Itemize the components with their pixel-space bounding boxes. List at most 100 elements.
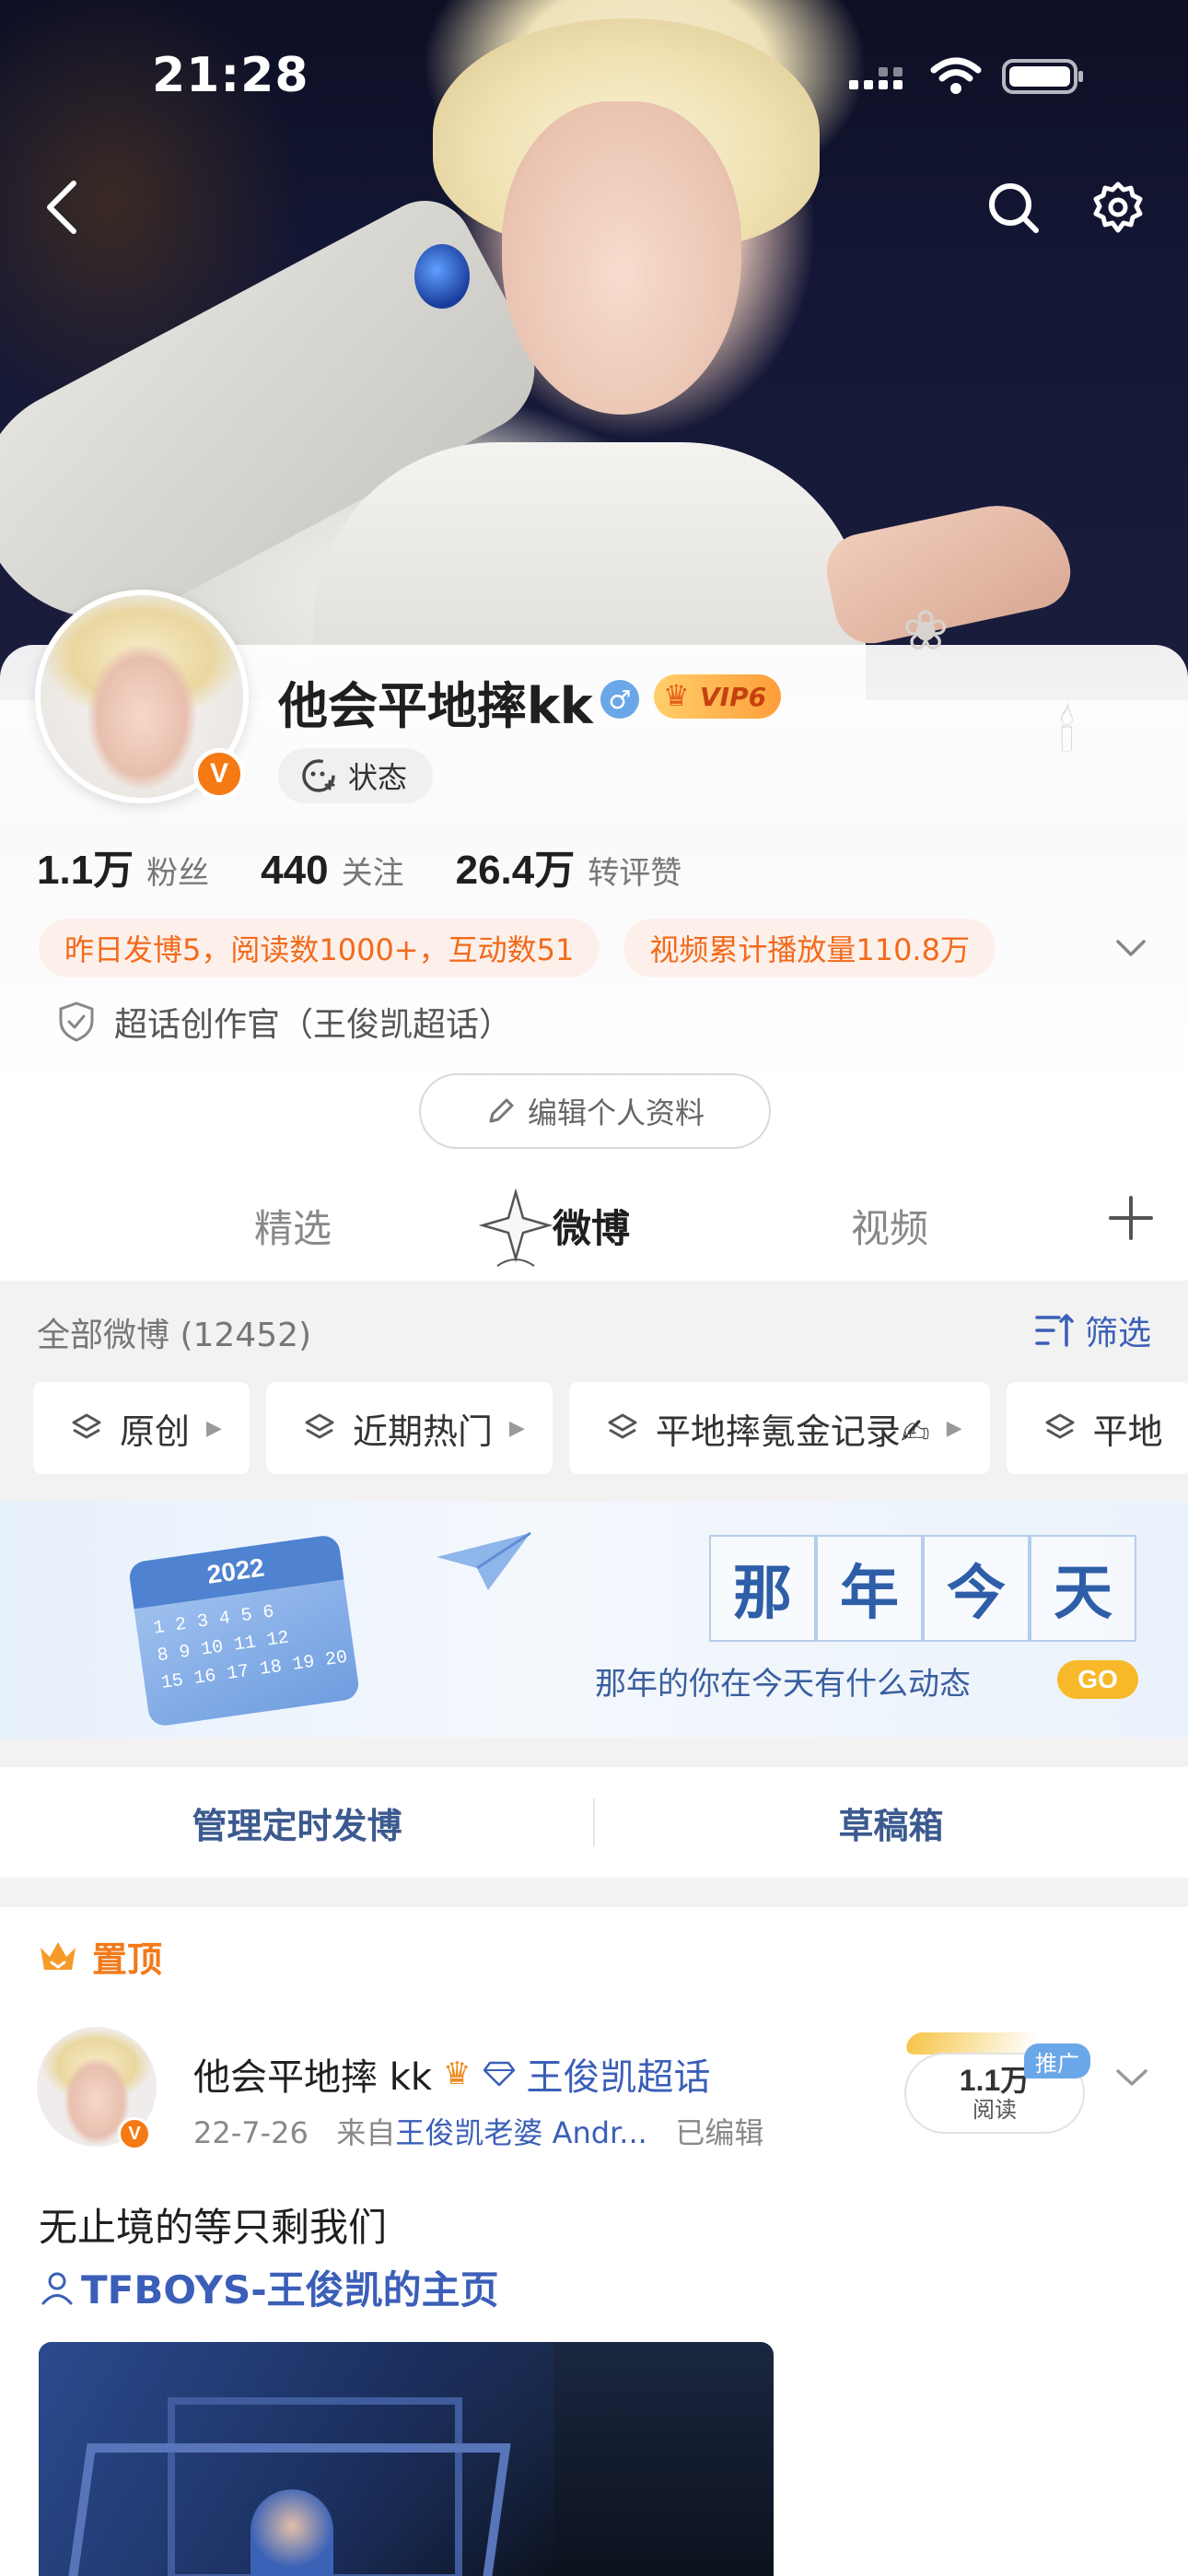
filter-button[interactable]: 筛选	[1035, 1306, 1151, 1354]
plus-icon	[1109, 1196, 1153, 1240]
expand-summary-button[interactable]	[1112, 929, 1149, 966]
tab-featured[interactable]: 精选	[254, 1198, 332, 1254]
on-this-day-title: 那 年 今 天	[709, 1535, 1136, 1642]
super-topic-role[interactable]: 超话创作官（王俊凯超话）	[57, 998, 512, 1046]
search-icon	[989, 183, 1039, 233]
chevron-down-icon	[1116, 940, 1146, 956]
chip-label: 近期热门	[352, 1411, 493, 1452]
go-button[interactable]: GO	[1057, 1660, 1138, 1699]
filter-label: 筛选	[1084, 1315, 1151, 1352]
super-topic-role-text: 超话创作官（王俊凯超话）	[114, 1006, 513, 1044]
title-char: 天	[1030, 1535, 1136, 1642]
post-text: 无止境的等只剩我们	[39, 2205, 388, 2250]
stat-value: 440	[261, 848, 329, 893]
post-edited-flag: 已编辑	[675, 2115, 764, 2150]
status-chip-label: 状态	[348, 760, 408, 795]
verified-badge: V	[193, 748, 245, 800]
chip-original[interactable]: 原创 ▶	[33, 1382, 250, 1474]
post-super-topic[interactable]: 王俊凯超话	[527, 2047, 711, 2101]
video-plays-pill[interactable]: 视频累计播放量110.8万	[623, 919, 996, 978]
pinned-label: 置顶	[37, 1931, 162, 1982]
crown-icon	[41, 1941, 76, 1970]
scheduled-posts-button[interactable]: 管理定时发博	[0, 1767, 594, 1878]
layers-icon	[608, 1413, 637, 1439]
chip-label: 平地	[1092, 1411, 1163, 1452]
post-date: 22-7-26	[193, 2115, 309, 2150]
back-button[interactable]	[26, 170, 99, 244]
settings-button[interactable]	[1085, 175, 1151, 241]
weibo-filter-section: 全部微博 (12452) 筛选 原创 ▶ 近期热门 ▶ 平地摔氪金记录✍ ▶ 平…	[0, 1281, 1188, 1502]
chevron-down-icon	[1116, 2069, 1147, 2086]
cellular-signal-icon	[849, 67, 903, 89]
fan-crown-badge-icon: ♛	[443, 2055, 472, 2092]
followers-stat[interactable]: 1.1万 粉丝	[37, 837, 209, 896]
search-button[interactable]	[981, 175, 1047, 241]
data-summary-pills: 昨日发博5，阅读数1000+，互动数51 视频累计播放量110.8万	[39, 919, 996, 978]
stat-value: 1.1万	[37, 848, 134, 893]
vip-badge[interactable]: ♛ VIP6	[654, 674, 782, 719]
post-source[interactable]: 王俊凯老婆 Andr...	[395, 2115, 646, 2150]
status-bar: 21:28	[0, 0, 1188, 157]
post-menu-button[interactable]	[1111, 2056, 1153, 2099]
gender-male-icon: ♂	[600, 680, 639, 719]
manage-divider	[593, 1798, 595, 1846]
user-icon	[41, 2272, 73, 2304]
profile-stats: 1.1万 粉丝 440 关注 26.4万 转评赞	[37, 837, 733, 896]
stat-label: 转评赞	[588, 855, 682, 892]
post-activity-pill[interactable]: 昨日发博5，阅读数1000+，互动数51	[39, 919, 600, 978]
lily-decoration: ❀	[903, 599, 949, 663]
tab-video[interactable]: 视频	[851, 1198, 928, 1254]
post-author-name[interactable]: 他会平地摔 kk	[193, 2047, 432, 2101]
read-count-value: 1.1万	[959, 2064, 1031, 2097]
post-header: 他会平地摔 kk ♛ 王俊凯超话	[193, 2047, 711, 2101]
calendar-illustration: 2022 1 2 3 4 5 6 8 9 10 11 12 15 16 17 1…	[127, 1533, 361, 1728]
post-meta: 22-7-26 来自王俊凯老婆 Andr... 已编辑	[193, 2110, 763, 2152]
paper-plane-icon	[437, 1531, 531, 1590]
crown-icon: ♛	[663, 678, 690, 713]
profile-tabs: 精选 微博 视频	[0, 1179, 1188, 1279]
diamond-icon	[483, 2061, 515, 2087]
status-chip[interactable]: 状态	[278, 748, 434, 803]
stat-value: 26.4万	[455, 848, 576, 893]
chip-spending-record[interactable]: 平地摔氪金记录✍ ▶	[568, 1382, 990, 1474]
title-char: 今	[923, 1535, 1030, 1642]
promote-tag[interactable]: 推广	[1024, 2043, 1090, 2078]
title-char: 那	[709, 1535, 816, 1642]
post-image[interactable]	[39, 2342, 774, 2576]
pencil-icon	[489, 1098, 514, 1123]
banner-subtitle: 那年的你在今天有什么动态	[595, 1666, 971, 1703]
chip-recent-hot[interactable]: 近期热门 ▶	[265, 1382, 553, 1474]
add-tab-button[interactable]	[1103, 1190, 1159, 1246]
likes-stat[interactable]: 26.4万 转评赞	[456, 837, 682, 896]
caret-right-icon: ▶	[946, 1416, 962, 1440]
wifi-icon	[930, 57, 982, 94]
profile-avatar[interactable]: V	[35, 590, 256, 811]
filter-sort-icon	[1035, 1314, 1074, 1347]
gear-icon	[1093, 181, 1143, 233]
caret-right-icon: ▶	[206, 1416, 222, 1440]
section-divider	[0, 1878, 1188, 1907]
following-stat[interactable]: 440 关注	[261, 848, 403, 894]
battery-icon	[1002, 59, 1083, 94]
status-add-icon	[302, 759, 335, 792]
tab-weibo[interactable]: 微博	[553, 1198, 630, 1254]
chevron-left-icon	[47, 181, 76, 234]
caret-right-icon: ▶	[508, 1416, 525, 1440]
stat-label: 关注	[341, 855, 404, 892]
post-verified-badge: V	[118, 2117, 151, 2150]
shield-check-icon	[59, 1001, 94, 1042]
performer-figure	[250, 2489, 333, 2576]
layers-icon	[305, 1413, 334, 1439]
pinned-text: 置顶	[92, 1939, 163, 1980]
on-this-day-banner[interactable]: 2022 1 2 3 4 5 6 8 9 10 11 12 15 16 17 1…	[0, 1502, 1188, 1738]
layers-icon	[1045, 1413, 1075, 1439]
chip-partial[interactable]: 平地	[1006, 1382, 1188, 1474]
cover-earpiece	[414, 244, 470, 309]
reads-decoration	[903, 2032, 1041, 2055]
drafts-button[interactable]: 草稿箱	[594, 1767, 1188, 1878]
post-profile-link[interactable]: TFBOYS-王俊凯的主页	[39, 2259, 499, 2315]
section-divider	[0, 1738, 1188, 1767]
profile-username: 他会平地摔kk	[278, 677, 593, 735]
post-source-prefix: 来自	[336, 2115, 396, 2150]
edit-profile-button[interactable]: 编辑个人资料	[419, 1073, 771, 1149]
